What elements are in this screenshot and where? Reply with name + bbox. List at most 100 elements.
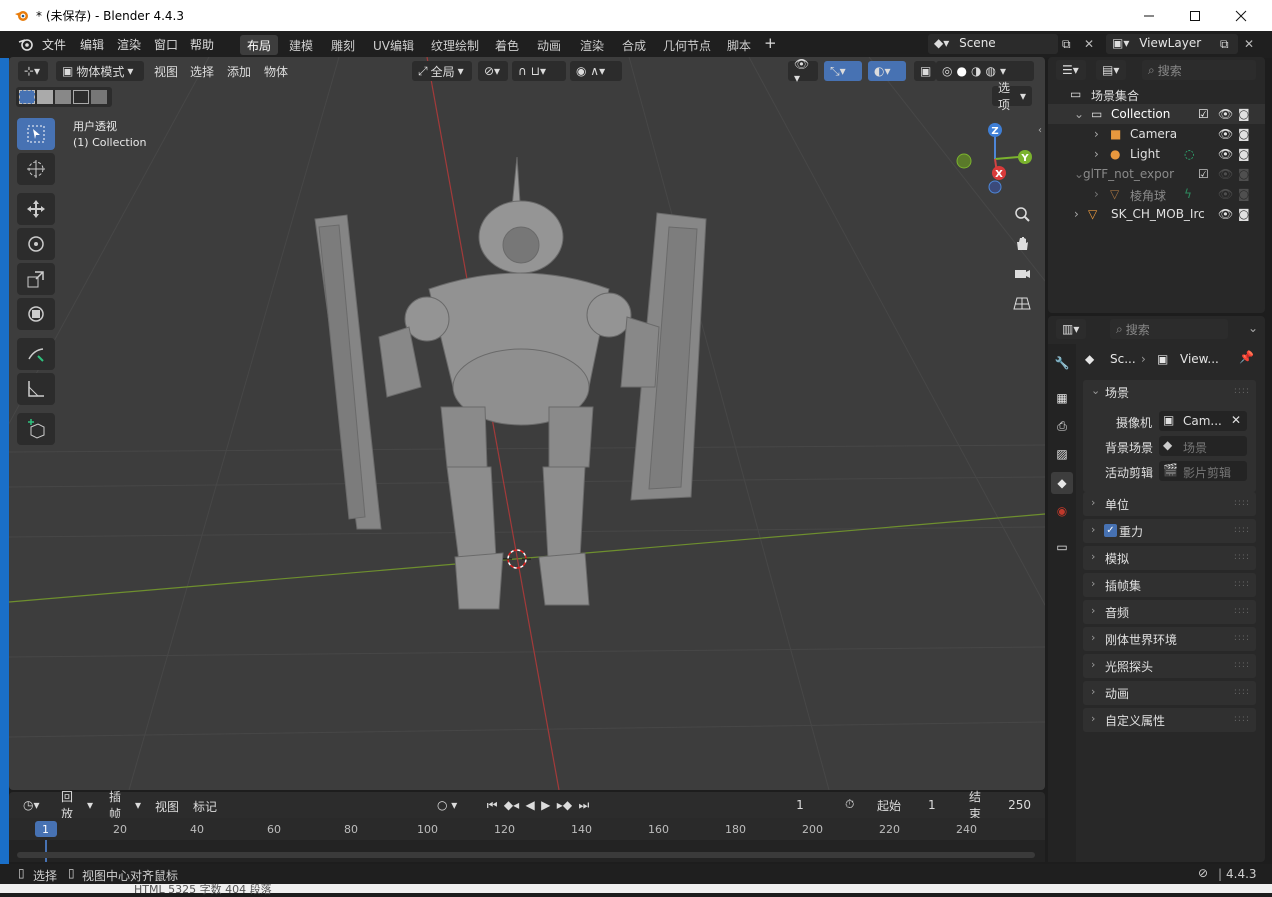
output-tab-icon[interactable]: ⎙	[1051, 415, 1073, 437]
scene-selector[interactable]: ◆▾ Scene	[928, 34, 1058, 54]
new-viewlayer-icon[interactable]: ⧉	[1220, 37, 1229, 52]
viewport-menu-view[interactable]: 视图	[154, 63, 178, 80]
snap-button[interactable]: ∩ ⊔▾	[512, 61, 566, 81]
solid-shading-icon[interactable]: ●	[956, 64, 966, 78]
background-scene-field[interactable]: ◆ 场景	[1159, 436, 1247, 456]
move-tool[interactable]	[17, 193, 55, 225]
drag-handle-icon[interactable]: ::::	[1234, 633, 1250, 643]
select-mode-group[interactable]	[16, 87, 112, 107]
tab-geometry-nodes[interactable]: 几何节点	[656, 35, 718, 55]
tab-animation[interactable]: 动画	[530, 35, 568, 55]
drag-handle-icon[interactable]: ::::	[1234, 552, 1250, 562]
render-tab-icon[interactable]: ▦	[1051, 387, 1073, 409]
new-scene-icon[interactable]: ⧉	[1062, 37, 1071, 52]
end-frame-field[interactable]: 结束 250	[951, 790, 1037, 821]
panel-title[interactable]: 场景	[1105, 384, 1129, 401]
panel-animation[interactable]: › 动画::::	[1083, 681, 1256, 705]
eye-icon[interactable]: 👁	[1218, 167, 1233, 181]
options-button[interactable]: 选项 ▾	[992, 81, 1032, 112]
timeline-area[interactable]: 1 20 40 60 80 100 120 140 160 180 200 22…	[9, 818, 1045, 862]
chevron-down-icon[interactable]: ▾	[1000, 64, 1006, 78]
playback-menu[interactable]: 回放 ▾	[55, 790, 99, 821]
select-intersect-icon[interactable]	[91, 90, 107, 104]
select-extend-icon[interactable]	[37, 90, 53, 104]
tab-texture-paint[interactable]: 纹理绘制	[424, 35, 486, 55]
jump-start-icon[interactable]: ⏮	[487, 798, 498, 813]
gravity-checkbox[interactable]: ✓	[1104, 524, 1117, 537]
chevron-right-icon[interactable]: ›	[1094, 187, 1099, 201]
blender-menu-icon[interactable]	[18, 37, 34, 51]
drag-handle-icon[interactable]: ::::	[1234, 579, 1250, 589]
chevron-down-icon[interactable]: ⌄	[1074, 107, 1084, 121]
visibility-button[interactable]: 👁▾	[788, 57, 818, 85]
editor-type-button[interactable]: ⊹▾	[18, 61, 48, 81]
outliner-item-gltf-not-exported[interactable]: ⌄ glTF_not_expor ☑ 👁 ◙	[1048, 164, 1265, 184]
camera-render-icon[interactable]: ◙	[1238, 127, 1250, 141]
tab-compositing[interactable]: 合成	[615, 35, 653, 55]
close-button[interactable]	[1218, 0, 1264, 31]
playback-controls[interactable]: ⏮ ◆◂ ◀ ▶ ▸◆ ⏭	[479, 795, 597, 815]
menu-render[interactable]: 渲染	[117, 36, 141, 53]
outliner-item-camera[interactable]: › ■ Camera 👁 ◙	[1048, 124, 1265, 144]
outliner-item-sk-ch-mob[interactable]: › ▽ SK_CH_MOB_Irc 👁 ◙	[1048, 204, 1265, 224]
minimize-button[interactable]	[1126, 0, 1172, 31]
tab-shading[interactable]: 着色	[488, 35, 526, 55]
properties-editor-type[interactable]: ▥▾	[1056, 319, 1086, 339]
play-icon[interactable]: ▶	[541, 798, 550, 812]
viewport-menu-object[interactable]: 物体	[264, 63, 288, 80]
viewlayer-selector[interactable]: ▣▾ ViewLayer	[1106, 34, 1238, 54]
panel-rigid-body-world[interactable]: › 刚体世界环境::::	[1083, 627, 1256, 651]
chevron-right-icon[interactable]: ›	[1094, 127, 1099, 141]
outliner-editor-type[interactable]: ☰▾	[1056, 60, 1086, 80]
annotate-tool[interactable]	[17, 338, 55, 370]
measure-tool[interactable]	[17, 373, 55, 405]
chevron-down-icon[interactable]: ⌄	[1091, 384, 1100, 397]
timeline-editor-type[interactable]: ◷▾	[17, 795, 47, 815]
3d-viewport[interactable]: Z Y X	[9, 57, 1045, 790]
tool-tab-icon[interactable]: 🔧	[1051, 352, 1073, 374]
drag-handle-icon[interactable]: ::::	[1234, 660, 1250, 670]
outliner-item-icosphere[interactable]: › ▽ 棱角球 ϟ 👁 ◙	[1048, 184, 1265, 204]
panel-keying-sets[interactable]: › 插帧集::::	[1083, 573, 1256, 597]
select-box-tool[interactable]	[17, 118, 55, 150]
outliner-item-light[interactable]: › ● Light ◌ 👁 ◙	[1048, 144, 1265, 164]
menu-file[interactable]: 文件	[42, 36, 66, 53]
menu-window[interactable]: 窗口	[154, 36, 178, 53]
menu-help[interactable]: 帮助	[190, 36, 214, 53]
panel-gravity[interactable]: › ✓ 重力::::	[1083, 519, 1256, 543]
drag-handle-icon[interactable]: ::::	[1234, 714, 1250, 724]
add-workspace-icon[interactable]: +	[764, 34, 777, 52]
auto-keying-button[interactable]: ○ ▾	[431, 795, 471, 815]
maximize-button[interactable]	[1172, 0, 1218, 31]
viewlayer-tab-icon[interactable]: ▨	[1051, 443, 1073, 465]
camera-render-icon[interactable]: ◙	[1238, 147, 1250, 161]
add-cube-tool[interactable]	[17, 413, 55, 445]
drag-handle-icon[interactable]: ::::	[1234, 606, 1250, 616]
timeline-scrollbar[interactable]	[17, 852, 1035, 858]
outliner-item-collection[interactable]: ⌄ ▭ Collection ☑ 👁 ◙	[1048, 104, 1265, 124]
scene-tab-icon[interactable]: ◆	[1051, 472, 1073, 494]
checkbox-icon[interactable]: ☑	[1198, 107, 1209, 121]
current-frame-field[interactable]: 1	[763, 795, 837, 815]
checkbox-icon[interactable]: ☑	[1198, 167, 1209, 181]
scale-tool[interactable]	[17, 263, 55, 295]
tab-scripting[interactable]: 脚本	[720, 35, 758, 55]
transform-tool[interactable]	[17, 298, 55, 330]
timeline-menu-view[interactable]: 视图	[155, 798, 179, 815]
tab-modeling[interactable]: 建模	[282, 35, 320, 55]
perspective-toggle-icon[interactable]	[1009, 290, 1035, 316]
eye-icon[interactable]: 👁	[1218, 127, 1233, 141]
sidebar-toggle-icon[interactable]: ‹	[1038, 125, 1042, 136]
overlay-toggle-button[interactable]: ◐▾	[868, 61, 906, 81]
prev-keyframe-icon[interactable]: ◆◂	[504, 798, 519, 812]
material-shading-icon[interactable]: ◑	[971, 64, 981, 78]
menu-edit[interactable]: 编辑	[80, 36, 104, 53]
chevron-right-icon[interactable]: ›	[1094, 147, 1099, 161]
pin-icon[interactable]: 📌	[1239, 350, 1254, 364]
pan-hand-icon[interactable]	[1009, 230, 1035, 256]
select-new-icon[interactable]	[19, 90, 35, 104]
pivot-point-button[interactable]: ⊘▾	[478, 61, 508, 81]
camera-render-icon[interactable]: ◙	[1238, 167, 1250, 181]
panel-audio[interactable]: › 音频::::	[1083, 600, 1256, 624]
viewport-menu-select[interactable]: 选择	[190, 63, 214, 80]
